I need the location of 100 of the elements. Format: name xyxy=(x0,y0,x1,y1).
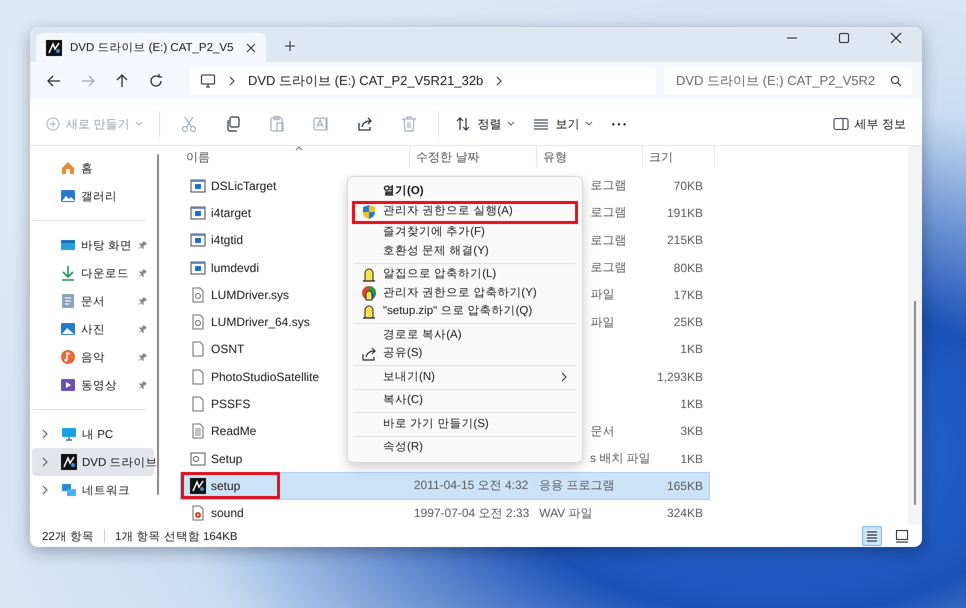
bell-icon xyxy=(361,266,377,283)
selected-row[interactable]: setup 2011-04-15 오전 4:32 응용 프로그램 165KB xyxy=(180,472,710,500)
table-cell: 70KB xyxy=(674,178,703,193)
search-field[interactable]: DVD 드라이브 (E:) CAT_P2_V5R2 xyxy=(664,66,912,94)
scrollbar-thumb[interactable] xyxy=(914,301,916,505)
table-cell: 215KB xyxy=(666,233,703,248)
file-name[interactable]: Setup xyxy=(211,452,242,466)
caret-icon xyxy=(585,121,594,127)
rename-icon xyxy=(312,115,330,133)
menu-item[interactable]: 보내기(N) xyxy=(352,368,578,386)
sidebar-item[interactable]: 음악 xyxy=(32,343,154,371)
table-cell: 1KB xyxy=(680,342,703,356)
chevron-right-icon[interactable] xyxy=(42,485,48,495)
dvd-app-icon xyxy=(190,478,206,494)
back-icon[interactable] xyxy=(46,72,62,88)
refresh-icon[interactable] xyxy=(148,72,164,88)
computer-icon xyxy=(200,72,216,88)
menu-item[interactable]: 바로 가기 만들기(S) xyxy=(352,415,578,434)
menu-item[interactable]: 공유(S) xyxy=(352,344,578,363)
file-name[interactable]: lumdevdi xyxy=(211,260,260,275)
colorful-ball-icon xyxy=(361,285,377,302)
file-name[interactable]: PhotoStudioSatellite xyxy=(211,370,320,384)
trash-icon xyxy=(400,115,418,133)
up-arrow-icon[interactable] xyxy=(114,72,130,88)
menu-item[interactable]: 즐겨찾기에 추가(F) xyxy=(352,224,578,242)
menu-item[interactable]: 호환성 문제 해결(Y) xyxy=(352,242,578,260)
column-header[interactable]: 크기 xyxy=(643,146,715,168)
menu-item[interactable]: 열기(O) xyxy=(352,182,578,200)
sidebar-item[interactable]: 문서 xyxy=(32,287,154,315)
details-button[interactable]: 세부 정보 xyxy=(824,109,914,139)
sidebar-item[interactable]: 네트워크 xyxy=(32,476,154,504)
audio-file-icon xyxy=(190,505,206,522)
download-arrow-icon xyxy=(60,265,76,281)
picture-icon xyxy=(60,321,76,337)
maximize-icon[interactable] xyxy=(838,32,850,44)
sidebar-item[interactable]: 다운로드 xyxy=(32,259,154,287)
file-name[interactable]: i4tgtid xyxy=(211,233,244,248)
table-cell: 3KB xyxy=(680,424,703,438)
table-cell: 로그램 xyxy=(590,259,627,276)
sidebar-item[interactable]: 갤러리 xyxy=(32,182,154,210)
scrollbar-thumb[interactable] xyxy=(157,154,159,495)
sidebar-item[interactable]: DVD 드라이브 xyxy=(32,448,154,476)
window-icon xyxy=(190,204,206,221)
desktop-icon xyxy=(60,237,76,253)
forward-icon xyxy=(80,72,96,88)
column-header[interactable]: 유형 xyxy=(537,146,643,168)
picture-icon xyxy=(60,188,76,204)
window-tab[interactable]: DVD 드라이브 (E:) CAT_P2_V5 xyxy=(36,33,266,62)
sidebar-item[interactable]: 홈 xyxy=(32,154,154,182)
table-cell: 1KB xyxy=(680,397,703,412)
file-name[interactable]: LUMDriver.sys xyxy=(211,288,290,302)
more-button[interactable]: ··· xyxy=(603,109,636,139)
file-name[interactable]: setup xyxy=(211,478,240,493)
table-cell: 80KB xyxy=(674,260,703,275)
table-cell: 17KB xyxy=(674,288,703,302)
menu-item[interactable]: 속성(R) xyxy=(352,438,578,457)
chevron-right-icon[interactable] xyxy=(42,429,48,439)
panel-icon xyxy=(832,117,849,131)
address-bar[interactable]: DVD 드라이브 (E:) CAT_P2_V5R21_32b xyxy=(190,66,656,94)
close-icon[interactable] xyxy=(890,32,902,44)
menu-item[interactable]: 관리자 권한으로 실행(A) xyxy=(352,200,578,224)
table-cell: 25KB xyxy=(674,315,703,330)
blank-file-icon xyxy=(190,341,206,358)
window-icon xyxy=(190,178,206,194)
menu-item[interactable]: 경로로 복사(A) xyxy=(352,326,578,344)
sort-button[interactable]: 정렬 xyxy=(447,109,524,139)
sidebar-item[interactable]: 바탕 화면 xyxy=(32,231,154,259)
blank-file-icon xyxy=(190,368,206,385)
network-icon xyxy=(61,482,77,498)
menu-item[interactable]: 알집으로 압축하기(L) xyxy=(352,266,578,284)
sidebar-item[interactable]: 동영상 xyxy=(32,371,154,399)
file-name[interactable]: DSLicTarget xyxy=(211,178,276,193)
chevron-right-icon[interactable] xyxy=(495,76,504,86)
chevron-right-icon[interactable] xyxy=(228,76,236,86)
table-cell: 1,293KB xyxy=(656,370,703,384)
chevron-right-icon[interactable] xyxy=(42,457,48,467)
column-header[interactable]: 수정한 날짜 xyxy=(410,146,537,168)
file-name[interactable]: LUMDriver_64.sys xyxy=(211,315,310,330)
menu-item[interactable]: "setup.zip" 으로 압축하기(Q) xyxy=(352,302,578,321)
sort-caret-icon xyxy=(295,146,303,151)
close-icon[interactable] xyxy=(246,42,256,52)
menu-item[interactable]: 관리자 권한으로 압축하기(Y) xyxy=(352,284,578,302)
column-header[interactable]: 이름 xyxy=(180,146,410,168)
menu-item[interactable]: 복사(C) xyxy=(352,392,578,410)
table-cell: 로그램 xyxy=(590,204,627,222)
sidebar-item[interactable]: 사진 xyxy=(32,315,154,343)
file-name[interactable]: i4target xyxy=(211,206,252,220)
status-text: 1개 항목 선택함 164KB xyxy=(115,530,238,544)
bell-icon xyxy=(361,304,377,320)
sidebar-item[interactable]: 내 PC xyxy=(32,420,154,448)
dvd-app-icon xyxy=(61,454,77,470)
clipboard-icon xyxy=(268,115,286,133)
plus-icon[interactable] xyxy=(284,40,296,52)
view-button[interactable]: 보기 xyxy=(525,109,602,139)
window-icon xyxy=(190,260,206,276)
file-name[interactable]: ReadMe xyxy=(211,424,256,438)
file-name[interactable]: OSNT xyxy=(211,342,244,356)
details-view-button[interactable] xyxy=(862,526,882,546)
file-name[interactable]: PSSFS xyxy=(211,397,250,412)
file-name[interactable]: sound xyxy=(211,506,244,520)
